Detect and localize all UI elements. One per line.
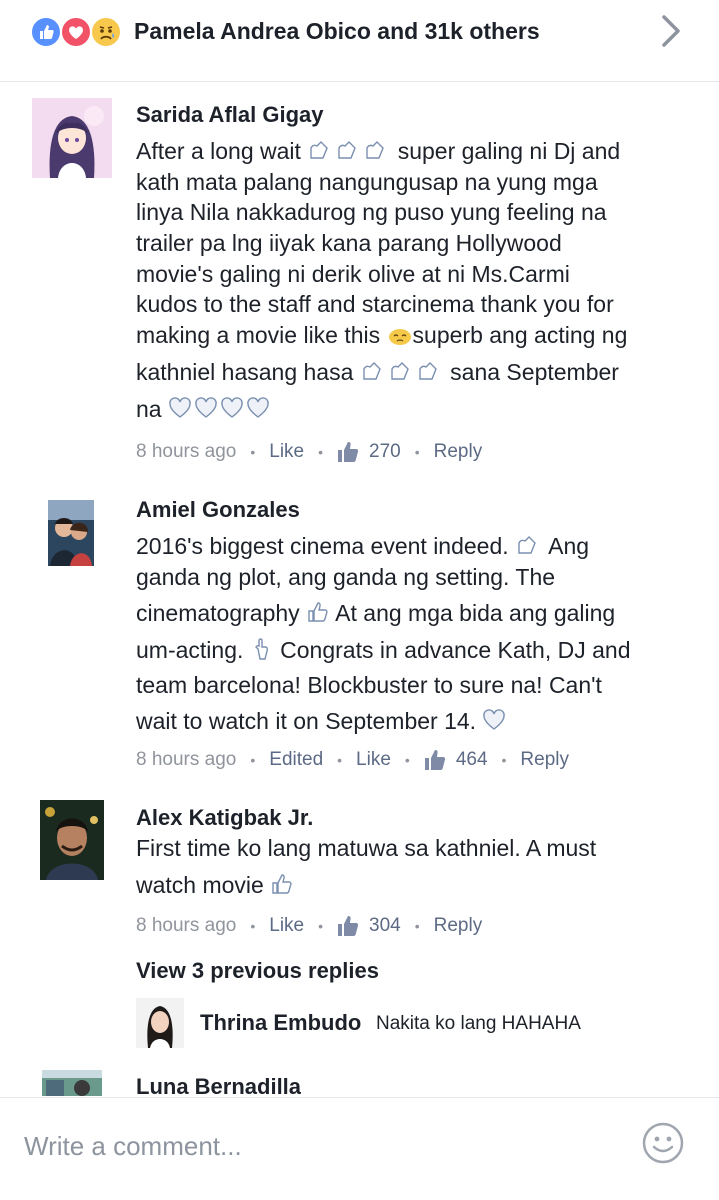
comment-line: um-acting.	[136, 637, 250, 664]
like-count[interactable]: 270	[369, 441, 401, 463]
like-link[interactable]: Like	[269, 915, 304, 937]
pointing-finger-icon	[250, 637, 274, 669]
commenter-name[interactable]: Sarida Aflal Gigay	[136, 102, 323, 128]
clap-icon	[360, 359, 444, 391]
like-link[interactable]: Like	[356, 749, 391, 771]
avatar[interactable]	[136, 998, 184, 1048]
commenter-name[interactable]: Alex Katigbak Jr.	[136, 805, 313, 831]
edited-link[interactable]: Edited	[269, 749, 323, 771]
avatar[interactable]	[40, 800, 104, 880]
sad-icon	[90, 16, 122, 48]
like-icon	[30, 16, 62, 48]
comment-line: making a movie like this	[136, 322, 387, 349]
heart-outline-icon	[168, 396, 276, 428]
thumbs-up-outline-icon	[270, 872, 294, 904]
love-icon	[60, 16, 92, 48]
comment-meta: 8 hours ago • Edited • Like • 464 • Repl…	[136, 749, 569, 771]
view-previous-replies-link[interactable]: View 3 previous replies	[136, 958, 379, 984]
comment-meta: 8 hours ago • Like • 304 • Reply	[136, 915, 483, 937]
comment-line: kath mata palang nangungusap na yung mga	[136, 168, 598, 195]
comment-line: First time ko lang matuwa sa kathniel. A…	[136, 835, 597, 861]
reply-link[interactable]: Reply	[520, 749, 569, 771]
comment-line: watch movie	[136, 871, 271, 898]
comment-meta: 8 hours ago • Like • 270 • Reply	[136, 441, 483, 463]
comment-line: kathniel hasang hasa	[136, 358, 360, 385]
clap-icon	[515, 533, 543, 565]
reply-preview[interactable]: Thrina Embudo Nakita ko lang HAHAHA	[136, 998, 696, 1048]
crying-emoji-icon	[387, 323, 413, 354]
comment-line: movie's galing ni derik olive at ni Ms.C…	[136, 260, 570, 287]
reactions-summary[interactable]: Pamela Andrea Obico and 31k others	[134, 18, 540, 45]
like-link[interactable]: Like	[269, 441, 304, 463]
reply-link[interactable]: Reply	[434, 915, 483, 937]
comment-line: 2016's biggest cinema event indeed.	[136, 533, 516, 559]
reply-link[interactable]: Reply	[434, 441, 483, 463]
timestamp[interactable]: 8 hours ago	[136, 441, 236, 463]
thumbs-up-icon	[424, 749, 446, 771]
reactions-header[interactable]: Pamela Andrea Obico and 31k others	[0, 0, 719, 82]
reply-text: Nakita ko lang HAHAHA	[376, 1013, 581, 1034]
comment-line: At ang mga bida ang galing	[330, 600, 616, 627]
thumbs-up-icon	[337, 915, 359, 937]
chevron-right-icon[interactable]	[656, 14, 686, 48]
comment-text: First time ko lang matuwa sa kathniel. A…	[136, 833, 681, 900]
comment-line: Congrats in advance Kath, DJ and	[273, 637, 631, 664]
comment-line: wait to watch it on September 14.	[136, 708, 483, 735]
comment-composer	[0, 1097, 719, 1200]
timestamp[interactable]: 8 hours ago	[136, 915, 236, 937]
comment-line: cinematography	[136, 600, 307, 627]
comment-line: Ang	[543, 533, 590, 559]
comment-line: After a long wait	[136, 138, 308, 164]
comment-input[interactable]	[24, 1128, 614, 1164]
comment-text: After a long wait super galing ni Dj and…	[136, 136, 681, 424]
avatar[interactable]	[32, 98, 112, 178]
heart-outline-icon	[482, 708, 508, 740]
commenter-name[interactable]: Luna Bernadilla	[136, 1074, 301, 1097]
comment-line: super galing ni Dj and	[391, 138, 621, 164]
like-count[interactable]: 304	[369, 915, 401, 937]
comment-line: team barcelona! Blockbuster to sure na! …	[136, 671, 602, 698]
comment-text: 2016's biggest cinema event indeed. Ang …	[136, 531, 681, 737]
thumbs-up-outline-icon	[306, 600, 330, 632]
comment-line: sana September	[443, 358, 619, 385]
clap-icon	[307, 138, 391, 170]
comment-line: ganda ng plot, ang ganda ng setting. The	[136, 563, 556, 590]
reaction-icons	[30, 16, 130, 48]
comment-line: linya Nila nakkadurog ng puso yung feeli…	[136, 199, 607, 226]
timestamp[interactable]: 8 hours ago	[136, 749, 236, 771]
smiley-icon[interactable]	[642, 1122, 684, 1164]
avatar[interactable]	[48, 500, 94, 566]
comment-line: trailer pa lng iiyak kana parang Hollywo…	[136, 230, 562, 257]
avatar[interactable]	[42, 1070, 102, 1096]
commenter-name[interactable]: Amiel Gonzales	[136, 497, 300, 523]
like-count[interactable]: 464	[456, 749, 488, 771]
comment-line: kudos to the staff and starcinema thank …	[136, 291, 614, 318]
comment-line: superb ang acting ng	[412, 322, 628, 349]
reply-author-name[interactable]: Thrina Embudo	[200, 1010, 361, 1036]
thumbs-up-icon	[337, 441, 359, 463]
comment-line: na	[136, 395, 168, 422]
